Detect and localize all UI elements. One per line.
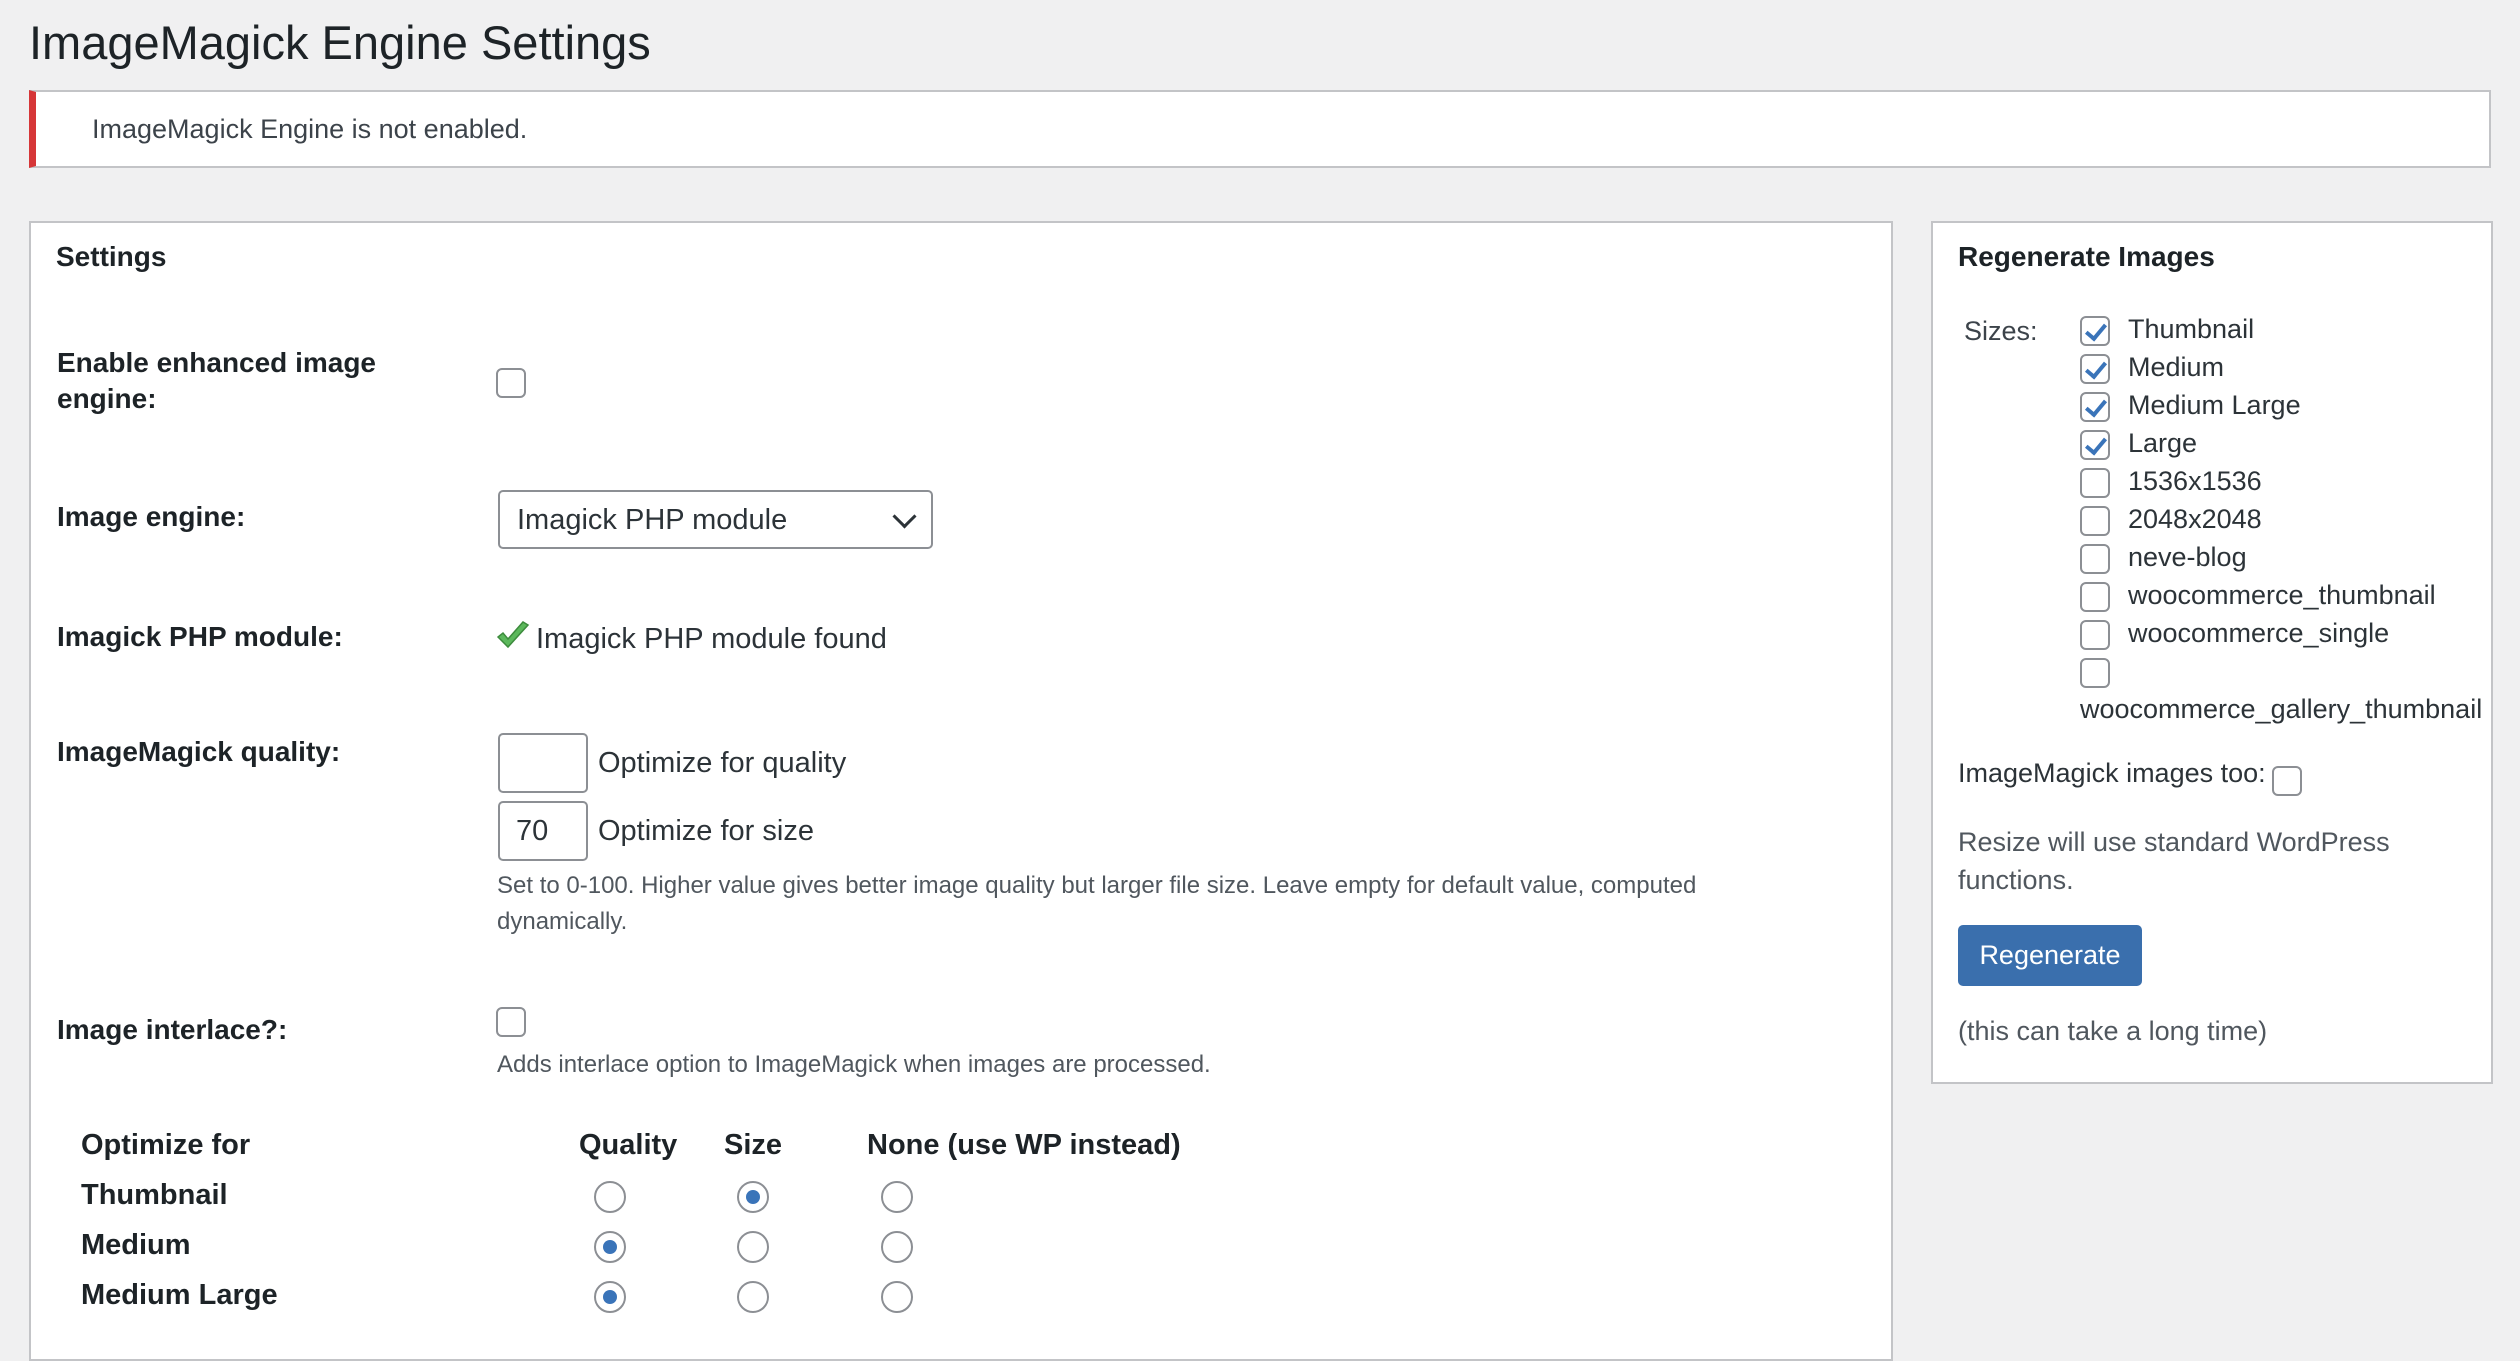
regenerate-panel: Regenerate Images Sizes: Thumbnail Medium…: [1931, 221, 2493, 1084]
optimize-radio-quality[interactable]: [594, 1281, 626, 1313]
optimize-radio-none[interactable]: [881, 1281, 913, 1313]
size-input[interactable]: [498, 801, 588, 861]
quality-description: Set to 0-100. Higher value gives better …: [497, 872, 1697, 935]
imagemagick-too-checkbox[interactable]: [2272, 766, 2302, 796]
optimize-radio-none[interactable]: [881, 1181, 913, 1213]
image-engine-label: Image engine:: [57, 501, 246, 532]
size-label: woocommerce_single: [2128, 618, 2390, 648]
error-notice: ImageMagick Engine is not enabled.: [29, 90, 2491, 168]
optimize-header-label: Optimize for: [81, 1129, 251, 1161]
enable-engine-label: Enable enhanced image engine:: [57, 347, 376, 414]
sizes-label: Sizes:: [1964, 316, 2038, 346]
quality-hint: Optimize for quality: [598, 747, 847, 779]
check-icon: [496, 621, 530, 649]
optimize-header-quality: Quality: [579, 1129, 678, 1161]
settings-panel: Settings Enable enhanced image engine: I…: [29, 221, 1893, 1361]
imagemagick-too-label: ImageMagick images too:: [1958, 758, 2266, 788]
size-label: 2048x2048: [2128, 504, 2262, 534]
page-title: ImageMagick Engine Settings: [29, 16, 651, 69]
interlace-checkbox[interactable]: [496, 1007, 526, 1037]
optimize-radio-size[interactable]: [737, 1281, 769, 1313]
size-checkbox[interactable]: [2080, 544, 2110, 574]
size-label: woocommerce_thumbnail: [2128, 580, 2436, 610]
interlace-description: Adds interlace option to ImageMagick whe…: [497, 1051, 1211, 1078]
size-label: 1536x1536: [2128, 466, 2262, 496]
optimize-row-label: Thumbnail: [81, 1179, 228, 1211]
settings-title: Settings: [56, 241, 167, 272]
image-engine-select[interactable]: Imagick PHP module: [498, 490, 933, 549]
regenerate-button[interactable]: Regenerate: [1958, 925, 2142, 986]
size-checkbox[interactable]: [2080, 316, 2110, 346]
image-engine-value: Imagick PHP module: [517, 504, 788, 536]
optimize-header-size: Size: [724, 1129, 783, 1161]
quality-label: ImageMagick quality:: [57, 736, 341, 767]
size-checkbox[interactable]: [2080, 354, 2110, 384]
optimize-radio-size[interactable]: [737, 1231, 769, 1263]
imagick-module-status: Imagick PHP module found: [536, 623, 887, 655]
size-checkbox[interactable]: [2080, 582, 2110, 612]
chevron-down-icon: [892, 504, 917, 529]
time-note: (this can take a long time): [1958, 1016, 2268, 1046]
size-label: Medium: [2128, 352, 2225, 382]
interlace-label: Image interlace?:: [57, 1014, 288, 1045]
quality-input[interactable]: [498, 733, 588, 793]
optimize-row-label: Medium Large: [81, 1279, 278, 1311]
notice-text: ImageMagick Engine is not enabled.: [92, 114, 528, 144]
optimize-radio-none[interactable]: [881, 1231, 913, 1263]
imagick-module-label: Imagick PHP module:: [57, 621, 343, 652]
size-checkbox[interactable]: [2080, 506, 2110, 536]
size-label: Medium Large: [2128, 390, 2301, 420]
regenerate-title: Regenerate Images: [1958, 241, 2215, 272]
size-checkbox[interactable]: [2080, 620, 2110, 650]
optimize-header-none: None (use WP instead): [867, 1129, 1181, 1161]
size-checkbox[interactable]: [2080, 392, 2110, 422]
size-checkbox[interactable]: [2080, 430, 2110, 460]
size-checkbox[interactable]: [2080, 658, 2110, 688]
optimize-radio-size[interactable]: [737, 1181, 769, 1213]
optimize-row-label: Medium: [81, 1229, 191, 1261]
size-checkbox[interactable]: [2080, 468, 2110, 498]
enable-engine-checkbox[interactable]: [496, 368, 526, 398]
resize-note: Resize will use standard WordPress funct…: [1958, 827, 2390, 895]
size-label: neve-blog: [2128, 542, 2247, 572]
size-label: Thumbnail: [2128, 314, 2255, 344]
optimize-radio-quality[interactable]: [594, 1181, 626, 1213]
size-label: Large: [2128, 428, 2198, 458]
optimize-radio-quality[interactable]: [594, 1231, 626, 1263]
size-label: woocommerce_gallery_thumbnail: [2080, 694, 2483, 724]
size-hint: Optimize for size: [598, 815, 814, 847]
